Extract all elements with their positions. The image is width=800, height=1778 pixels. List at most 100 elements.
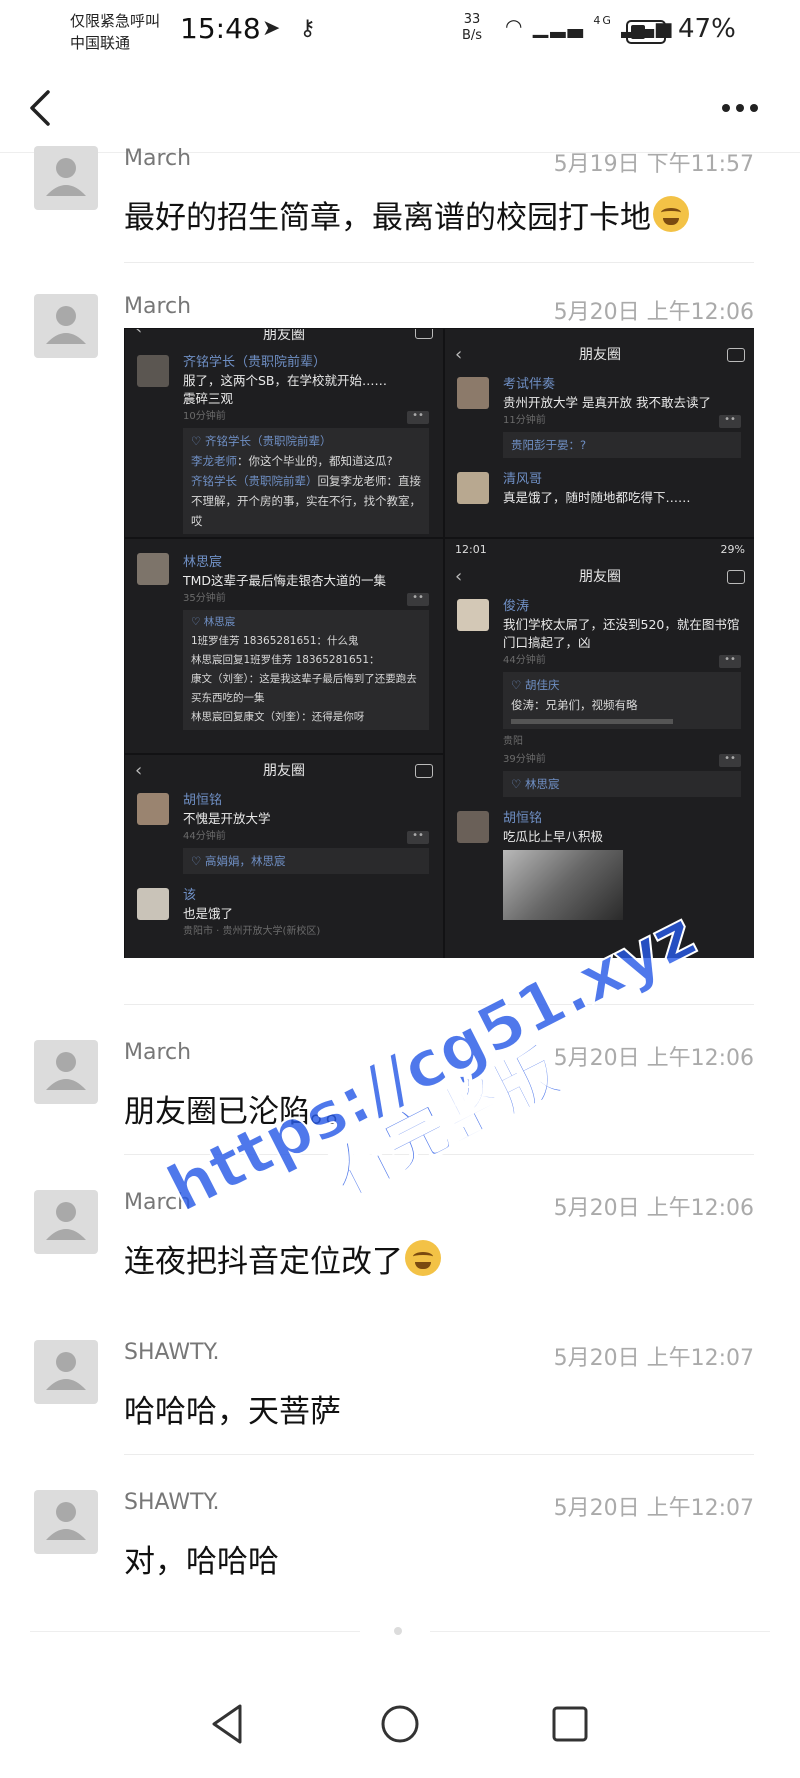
square-recents-icon[interactable]	[540, 1694, 600, 1754]
comment-author[interactable]: March	[124, 294, 191, 319]
more-dots-icon: ••	[719, 754, 741, 767]
comment-time: 5月20日 上午12:06	[553, 1196, 754, 1221]
crying-laughing-emoji	[653, 196, 689, 232]
reply: 李龙老师：你这个毕业的，都知道这瓜?	[191, 451, 421, 471]
avatar	[137, 793, 169, 825]
video-thumbnail	[503, 850, 623, 920]
chevron-left-icon[interactable]	[22, 84, 62, 132]
avatar	[137, 355, 169, 387]
panel-title: 朋友圈	[579, 347, 621, 363]
comment-text: 最好的招生简章，最离谱的校园打卡地	[124, 192, 689, 237]
reply-text: ：你这个毕业的，都知道这瓜?	[237, 454, 393, 468]
comment-image[interactable]: ‹ 朋友圈 齐铭学长（贵职院前辈） 服了，这两个SB，在学校就开始…… 震碎三观…	[124, 328, 754, 958]
avatar	[137, 888, 169, 920]
post-meta: 44分钟前 ••	[183, 828, 435, 846]
post-meta: 35分钟前 ••	[183, 590, 435, 608]
post-author: 俊涛	[503, 599, 530, 614]
moment-post: 俊涛 我们学校太屌了，还没到520，就在图书馆门口搞起了，凶 44分钟前 •• ♡…	[445, 593, 754, 805]
post-author: 清风哥	[503, 472, 543, 487]
battery-nub	[668, 28, 671, 36]
comment-author[interactable]: SHAWTY.	[124, 1340, 220, 1365]
carrier-info: 仅限紧急呼叫 中国联通	[70, 10, 160, 54]
status-icons: ➤ ⚷	[262, 16, 322, 41]
wifi-icon: ◠	[505, 14, 525, 38]
post-meta: 11分钟前 ••	[503, 412, 747, 430]
comment-time: 5月20日 上午12:06	[553, 1046, 754, 1071]
comment-author[interactable]: March	[124, 1040, 191, 1065]
post-text: 吃瓜比上早八积极	[503, 829, 604, 844]
more-dots-icon[interactable]	[712, 92, 768, 124]
post-time: 44分钟前	[503, 655, 546, 666]
camera-icon	[415, 329, 433, 339]
panel-status-battery: 29%	[720, 543, 745, 556]
avatar[interactable]	[34, 294, 98, 358]
reply: 林思宸回复康文（刘奎）：还得是你呀	[191, 711, 365, 723]
more-dots-icon: ••	[407, 593, 429, 606]
avatar[interactable]	[34, 1340, 98, 1404]
avatar	[457, 811, 489, 843]
crying-laughing-emoji	[405, 1240, 441, 1276]
panel-header: ‹ 朋友圈	[125, 755, 443, 787]
chevron-left-icon: ‹	[135, 760, 143, 781]
reply: 林思宸回复1班罗佳芳 18365281651：	[191, 654, 380, 666]
chevron-left-icon: ‹	[135, 328, 143, 339]
panel-title: 朋友圈	[263, 328, 305, 343]
panel-status-time: 12:01	[455, 543, 487, 556]
post-text: 贵州开放大学 是真开放 我不敢去读了	[503, 395, 711, 410]
panel-title: 朋友圈	[579, 569, 621, 585]
likes: ♡ 林思宸	[191, 616, 236, 628]
avatar[interactable]	[34, 1190, 98, 1254]
post-interactions: 贵阳彭于晏：?	[503, 432, 741, 458]
reply: 康文（刘奎）：这是我这辈子最后悔到了还要跑去买东西吃的一集	[191, 673, 417, 704]
screenshot-panel: ‹ 朋友圈 胡恒铭 不愧是开放大学 44分钟前 •• ♡ 高娟娟，林思宸 该 也是…	[124, 754, 444, 958]
comment-time: 5月20日 上午12:07	[553, 1496, 754, 1521]
comment-text: 对，哈哈哈	[124, 1544, 279, 1580]
post-author: 胡恒铭	[183, 793, 223, 808]
divider	[430, 1631, 770, 1632]
moment-post: 胡恒铭 不愧是开放大学 44分钟前 •• ♡ 高娟娟，林思宸	[125, 787, 443, 882]
post-time: 35分钟前	[183, 593, 226, 604]
avatar	[457, 377, 489, 409]
reply: 贵阳彭于晏：?	[511, 438, 587, 452]
comment-author[interactable]: March	[124, 1190, 191, 1215]
comment-author[interactable]: SHAWTY.	[124, 1490, 220, 1515]
comment-author[interactable]: March	[124, 146, 191, 171]
post-author: 胡恒铭	[503, 811, 543, 826]
avatar[interactable]	[34, 146, 98, 210]
triangle-back-icon[interactable]	[198, 1694, 258, 1754]
post-interactions: ♡ 林思宸	[503, 771, 741, 797]
divider	[124, 1004, 754, 1005]
reply-author: 李龙老师	[191, 454, 237, 468]
more-dots-icon: ••	[407, 411, 429, 424]
likes: ♡ 齐铭学长（贵职院前辈）	[191, 434, 332, 448]
post-interactions: ♡ 高娟娟，林思宸	[183, 848, 429, 874]
panel-header: ‹ 朋友圈	[125, 329, 443, 349]
network-type: 4G	[593, 14, 613, 27]
divider	[124, 1154, 754, 1155]
circle-home-icon[interactable]	[370, 1694, 430, 1754]
post-text: 震碎三观	[183, 391, 234, 406]
reply: 1班罗佳芳 18365281651：什么鬼	[191, 635, 359, 647]
avatar[interactable]	[34, 1490, 98, 1554]
more-dots-icon: ••	[719, 655, 741, 668]
carrier-line-2: 中国联通	[70, 34, 131, 52]
divider	[124, 262, 754, 263]
post-text: 不愧是开放大学	[183, 811, 271, 826]
camera-icon	[727, 348, 745, 362]
screenshot-panel: 林思宸 TMD这辈子最后悔走银杏大道的一集 35分钟前 •• ♡ 林思宸 1班罗佳…	[124, 538, 444, 754]
camera-icon	[727, 570, 745, 584]
divider	[124, 1454, 754, 1455]
panel-status-bar: 12:01 29%	[445, 539, 754, 561]
list-end-dot	[394, 1627, 402, 1635]
avatar[interactable]	[34, 1040, 98, 1104]
post-interactions: ♡ 齐铭学长（贵职院前辈） 李龙老师：你这个毕业的，都知道这瓜? 齐铭学长（贵职…	[183, 428, 429, 534]
post-text: 我们学校太屌了，还没到520，就在图书馆门口搞起了，凶	[503, 617, 740, 650]
panel-title: 朋友圈	[263, 763, 305, 779]
more-dots-icon: ••	[719, 415, 741, 428]
avatar	[457, 472, 489, 504]
panel-header: ‹ 朋友圈	[445, 339, 754, 371]
post-time: 39分钟前	[503, 754, 546, 765]
chevron-left-icon: ‹	[455, 566, 463, 587]
moment-post: 胡恒铭 吃瓜比上早八积极	[445, 805, 754, 924]
moment-post: 清风哥 真是饿了，随时随地都吃得下……	[445, 466, 754, 511]
